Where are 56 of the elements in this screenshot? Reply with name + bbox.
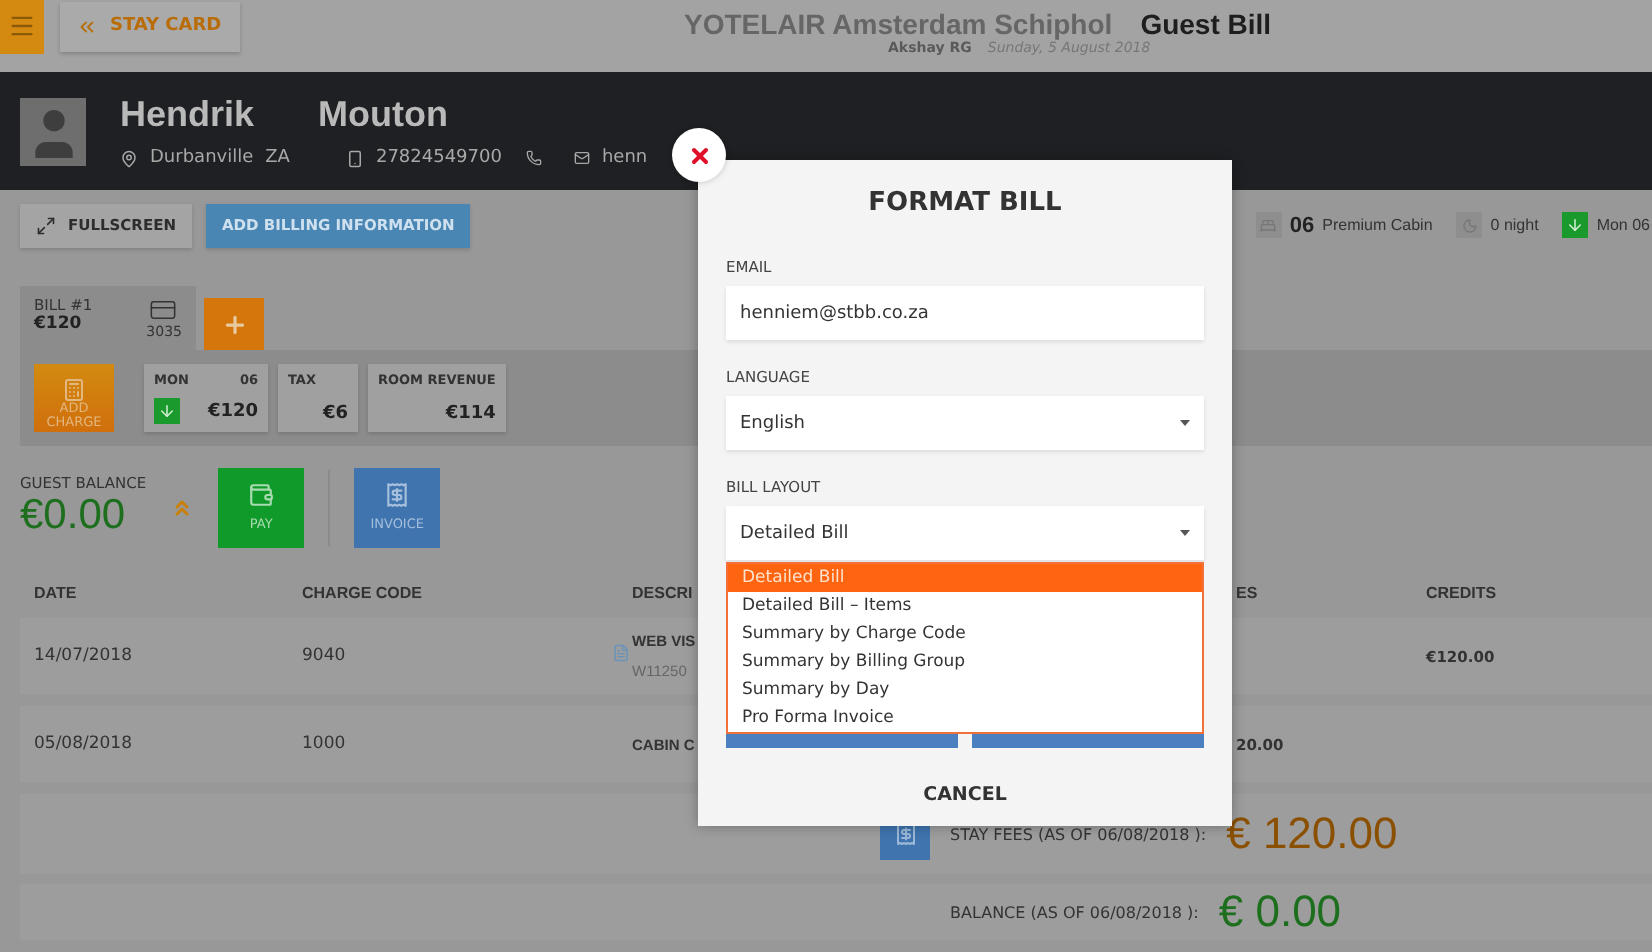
card-amount: €114 — [445, 404, 496, 424]
language-select[interactable]: English — [726, 396, 1204, 450]
country-text: ZA — [265, 148, 290, 168]
card-amount: €120 — [207, 401, 258, 421]
caret-icon — [1180, 420, 1190, 426]
column-header: DESCRI — [632, 583, 693, 601]
mail-icon — [573, 150, 590, 166]
total-label: BALANCE (AS OF 06/08/2018 ): — [950, 903, 1199, 921]
caret-icon — [1180, 530, 1190, 536]
phone-number: 27824549700 — [375, 148, 502, 168]
close-icon — [687, 143, 711, 167]
arrival-text: Mon 06 — [1596, 216, 1650, 234]
email-text: henn — [601, 148, 648, 168]
city-text: Durbanville — [150, 148, 254, 168]
column-header: ES — [1236, 583, 1258, 601]
table-cell: 14/07/2018 — [34, 646, 132, 666]
receipt-icon — [384, 482, 411, 508]
room-number: 06 — [1289, 213, 1315, 237]
email-field[interactable]: henniem@stbb.co.za — [726, 286, 1204, 340]
avatar — [20, 97, 86, 165]
hotel-name: YOTELAIR Amsterdam Schiphol — [684, 8, 1113, 40]
moon-icon — [1456, 212, 1483, 238]
balance-amount: €0.00 — [20, 492, 128, 540]
arrival-icon — [1562, 212, 1589, 238]
table-cell: 05/08/2018 — [34, 734, 132, 754]
column-header: CHARGE CODE — [302, 583, 423, 601]
map-pin-icon — [120, 149, 138, 167]
add-bill-button[interactable] — [204, 298, 264, 350]
wallet-icon — [248, 482, 275, 508]
arrival-icon — [154, 398, 180, 424]
page-title: Guest Bill — [1140, 8, 1272, 40]
total-label: STAY FEES (AS OF 06/08/2018 ): — [950, 825, 1207, 843]
table-cell: 9040 — [302, 646, 346, 666]
last-name: Mouton — [318, 94, 448, 136]
bill-layout-select[interactable]: Detailed Bill — [726, 506, 1204, 560]
total-amount: € 0.00 — [1218, 886, 1342, 938]
plus-icon — [221, 311, 247, 337]
total-amount: € 120.00 — [1226, 808, 1398, 860]
nights-text: 0 night — [1490, 216, 1539, 234]
room-type: Premium Cabin — [1322, 216, 1433, 234]
cancel-button[interactable]: CANCEL — [915, 780, 1015, 810]
chevrons-left-icon — [76, 15, 98, 37]
menu-button[interactable] — [0, 0, 44, 53]
bed-icon — [1255, 212, 1282, 238]
column-header: DATE — [34, 583, 77, 601]
smartphone-icon — [345, 149, 364, 167]
document-icon — [612, 644, 630, 662]
dialog-title: FORMAT BILL — [868, 188, 1062, 218]
card-amount: €6 — [322, 404, 348, 424]
column-header: CREDITS — [1426, 583, 1497, 601]
menu-icon — [8, 12, 36, 40]
phone-icon — [525, 150, 542, 166]
table-cell: 1000 — [302, 734, 346, 754]
first-name: Hendrik — [120, 94, 255, 136]
fullscreen-icon — [36, 215, 56, 235]
calculator-icon — [62, 378, 86, 402]
